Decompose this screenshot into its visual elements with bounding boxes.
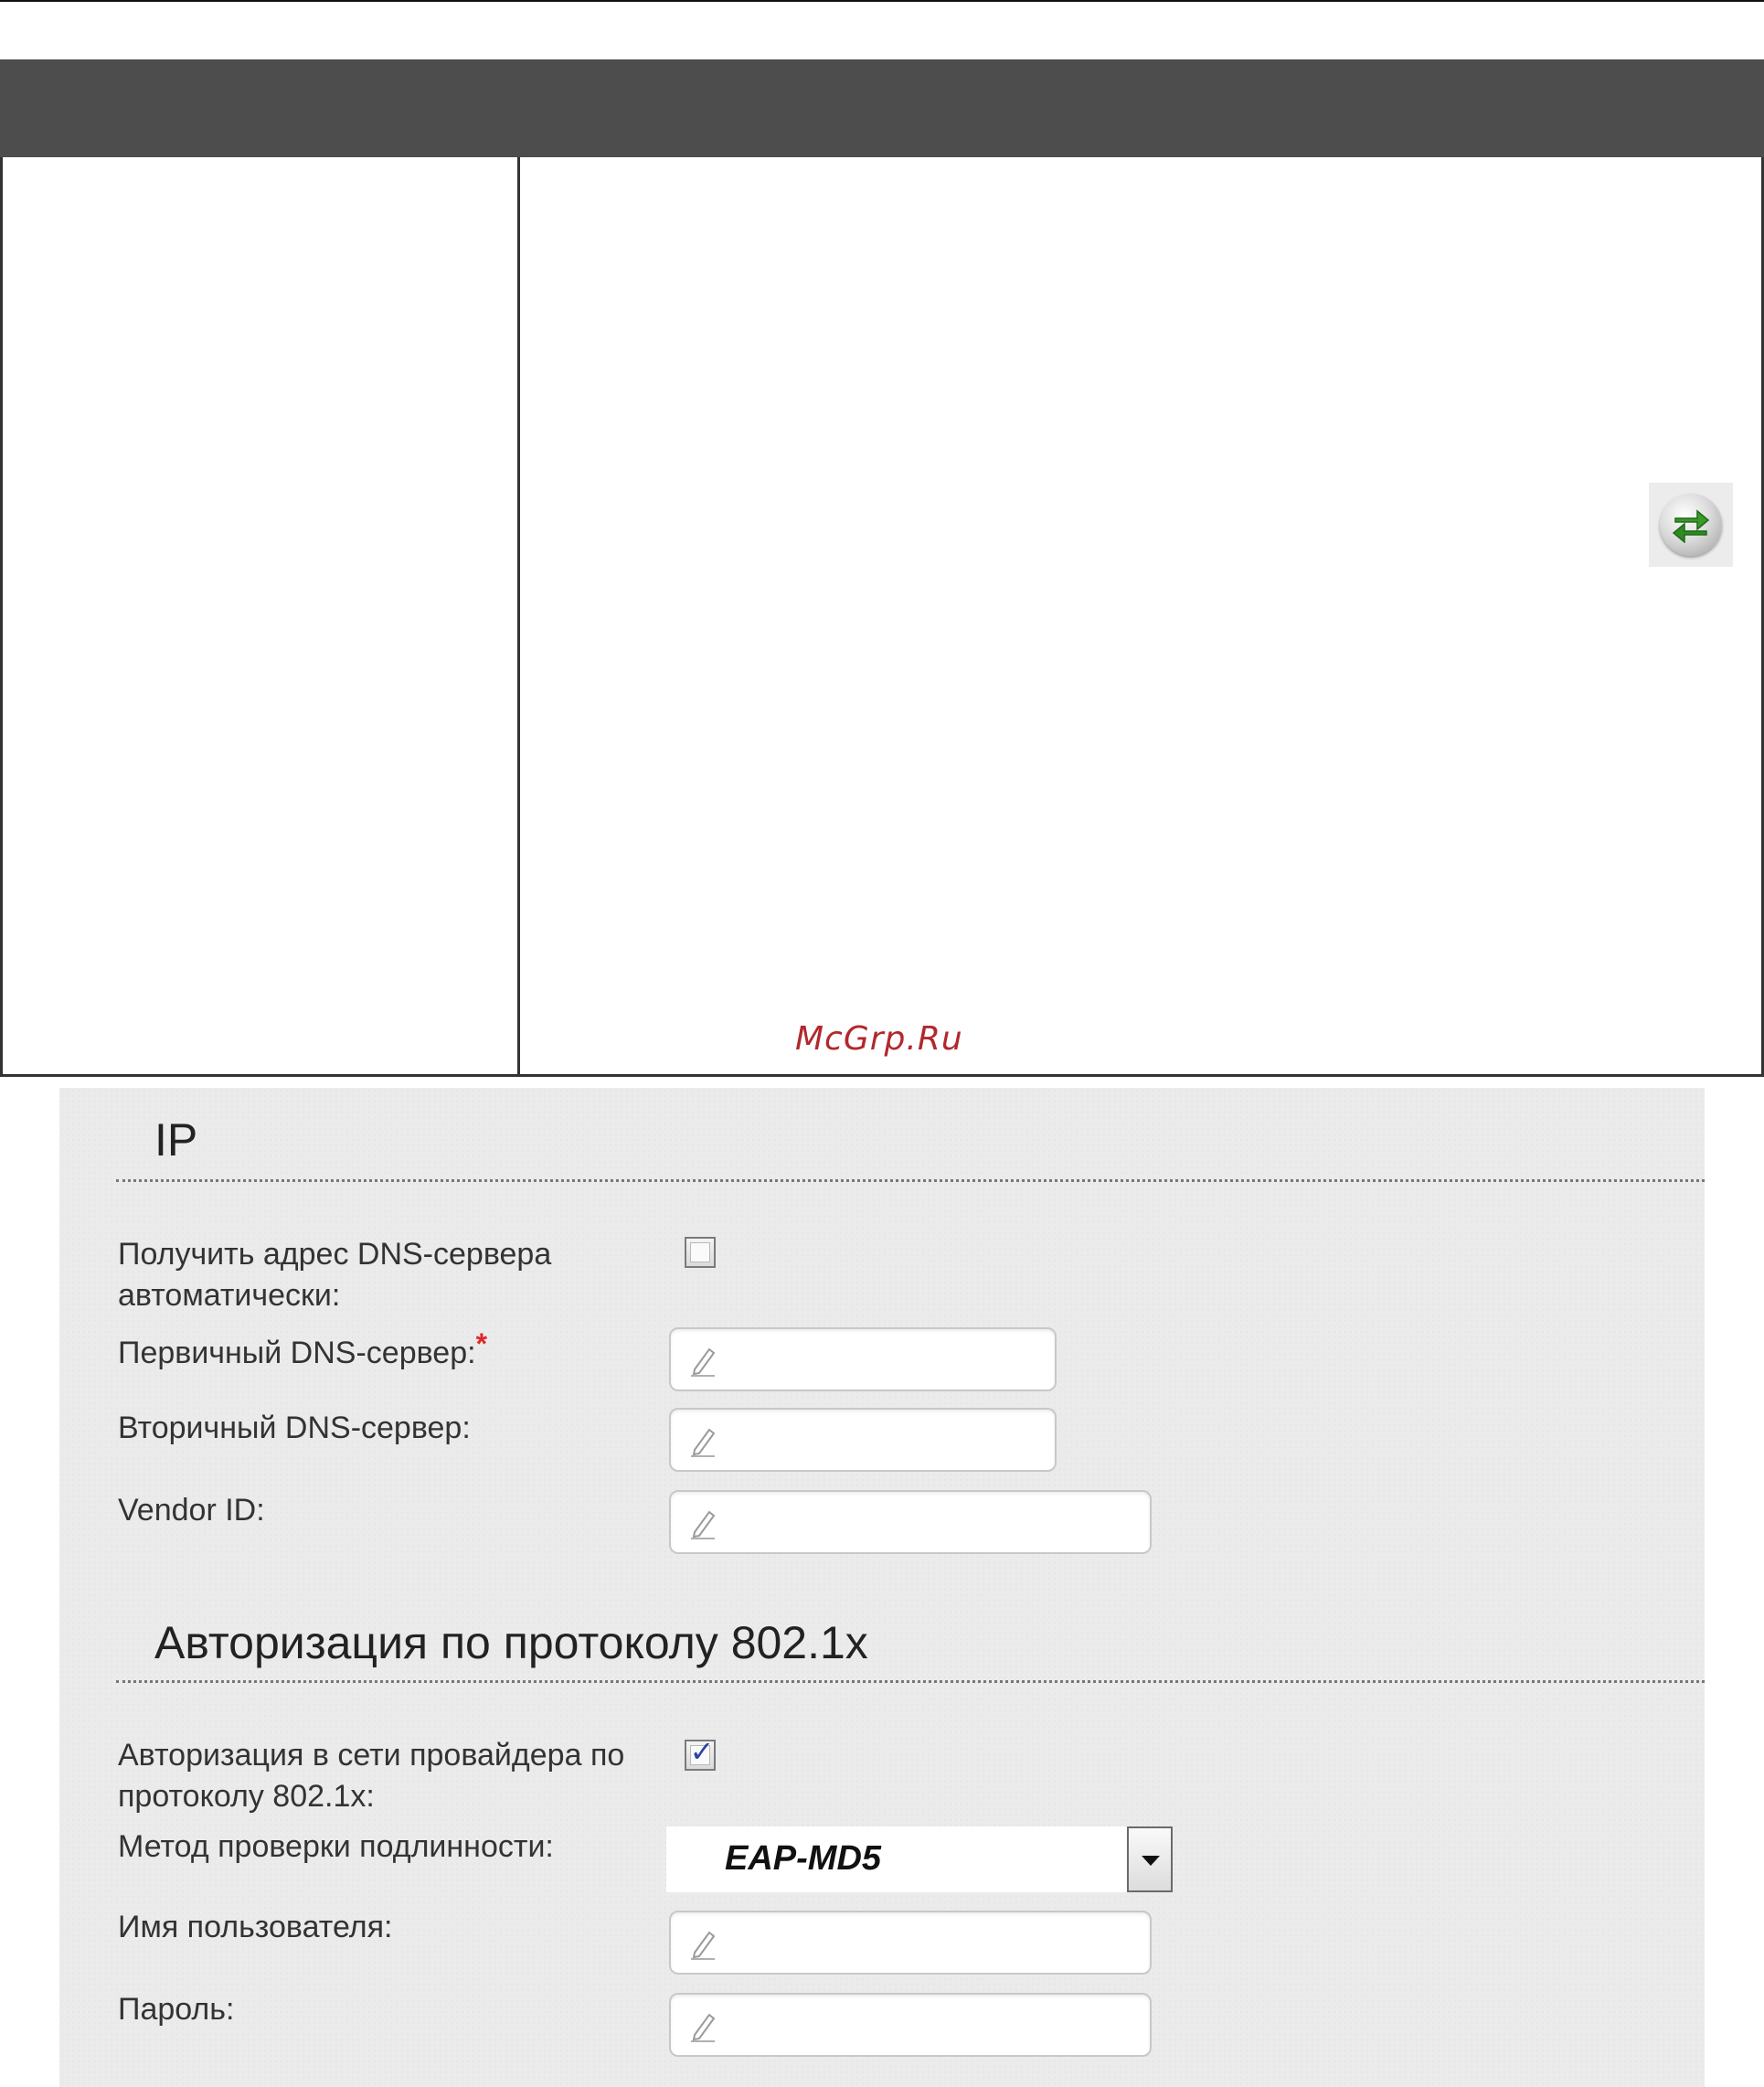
pencil-icon	[691, 1510, 716, 1539]
vendor-id-label: Vendor ID:	[118, 1493, 265, 1528]
section-title-8021x: Авторизация по протоколу 802.1x	[154, 1617, 868, 1668]
refresh-icon-ball	[1660, 494, 1722, 556]
username-input[interactable]	[669, 1911, 1152, 1975]
enable-8021x-label-line1: Авторизация в сети провайдера по	[118, 1738, 625, 1773]
auth-method-dropdown-button[interactable]	[1127, 1826, 1173, 1892]
vendor-id-input[interactable]	[669, 1490, 1152, 1554]
watermark-text: McGrp.Ru	[795, 1020, 963, 1058]
refresh-arrows-icon	[1649, 483, 1733, 567]
pencil-icon	[691, 1931, 716, 1960]
password-label: Пароль:	[118, 1992, 235, 2027]
pencil-icon	[691, 1428, 716, 1457]
username-label: Имя пользователя:	[118, 1910, 393, 1944]
auto-dns-checkbox-inner	[690, 1242, 710, 1262]
pencil-icon	[691, 2013, 716, 2042]
secondary-dns-label: Вторичный DNS-сервер:	[118, 1411, 471, 1445]
checkmark-icon: ✓	[689, 1734, 715, 1769]
section-divider-8021x	[116, 1680, 1705, 1683]
table-column-divider	[517, 157, 520, 1074]
settings-panel: IP Получить адрес DNS-сервера автоматиче…	[59, 1088, 1705, 2087]
auto-dns-label-line2: автоматически:	[118, 1278, 341, 1313]
table-header-bar	[0, 59, 1764, 157]
chevron-down-icon	[1142, 1856, 1160, 1866]
enable-8021x-checkbox[interactable]: ✓	[685, 1734, 716, 1771]
document-table	[0, 59, 1764, 1077]
password-input[interactable]	[669, 1993, 1152, 2057]
top-rule	[0, 0, 1764, 2]
enable-8021x-label: Авторизация в сети провайдера по протоко…	[118, 1735, 624, 1817]
primary-dns-label: Первичный DNS-сервер:	[118, 1336, 476, 1370]
section-divider-ip	[116, 1179, 1705, 1182]
pencil-icon	[691, 1347, 716, 1377]
refresh-arrows-glyph	[1672, 509, 1710, 543]
primary-dns-input[interactable]	[669, 1327, 1057, 1391]
auth-method-selected-value: EAP-MD5	[725, 1839, 882, 1878]
primary-dns-label-row: Первичный DNS-сервер:*	[118, 1327, 487, 1374]
auth-method-select[interactable]: EAP-MD5	[666, 1826, 1173, 1892]
auto-dns-label: Получить адрес DNS-сервера автоматически…	[118, 1234, 551, 1316]
auto-dns-checkbox[interactable]	[685, 1237, 716, 1268]
required-asterisk: *	[475, 1327, 488, 1360]
auth-method-label: Метод проверки подлинности:	[118, 1829, 554, 1864]
secondary-dns-input[interactable]	[669, 1408, 1057, 1472]
enable-8021x-label-line2: протоколу 802.1x:	[118, 1779, 375, 1814]
auto-dns-label-line1: Получить адрес DNS-сервера	[118, 1237, 552, 1272]
section-title-ip: IP	[154, 1114, 198, 1166]
